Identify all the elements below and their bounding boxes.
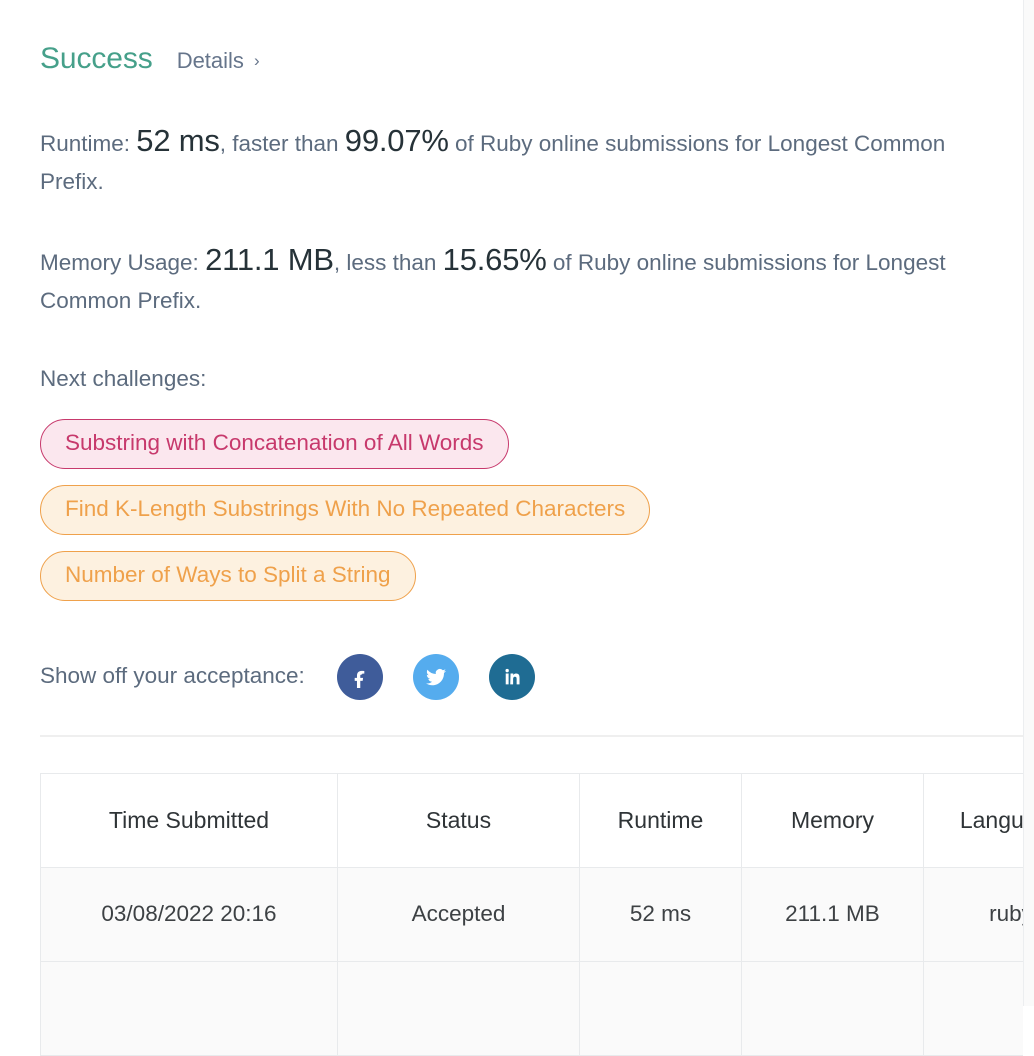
submission-result-panel: Success Details › Runtime: 52 ms, faster…	[0, 0, 1034, 1056]
memory-prefix: Memory Usage:	[40, 250, 206, 275]
challenge-tag-0[interactable]: Substring with Concatenation of All Word…	[40, 418, 509, 469]
memory-value: 211.1 MB	[205, 242, 334, 277]
share-section: Show off your acceptance:	[40, 653, 1023, 701]
facebook-share-button[interactable]	[336, 653, 383, 700]
memory-stat: Memory Usage: 211.1 MB, less than 15.65%…	[40, 241, 1000, 320]
submissions-table-wrapper: Time Submitted Status Runtime Memory Lan…	[40, 772, 1023, 1056]
challenge-row: Find K-Length Substrings With No Repeate…	[40, 484, 1023, 551]
runtime-stat: Runtime: 52 ms, faster than 99.07% of Ru…	[40, 122, 1000, 201]
status-title: Success	[40, 42, 153, 75]
chevron-right-icon: ›	[253, 50, 260, 70]
twitter-share-button[interactable]	[412, 653, 459, 700]
table-head: Time Submitted Status Runtime Memory Lan…	[40, 772, 1023, 868]
cell-status[interactable]	[337, 960, 580, 1056]
result-content: Success Details › Runtime: 52 ms, faster…	[40, 0, 1023, 1056]
next-challenges-list: Substring with Concatenation of All Word…	[40, 418, 1023, 617]
table-header-row: Time Submitted Status Runtime Memory Lan…	[40, 772, 1023, 868]
linkedin-icon	[505, 668, 520, 685]
facebook-icon	[354, 670, 365, 688]
next-challenges-label: Next challenges:	[40, 366, 207, 391]
linkedin-share-button[interactable]	[488, 653, 535, 700]
scrollbar-track[interactable]	[1024, 0, 1034, 1006]
runtime-prefix: Runtime:	[40, 131, 137, 156]
cell-runtime: 52 ms	[579, 866, 742, 962]
section-divider	[40, 734, 1023, 737]
column-header-language[interactable]: Language	[923, 772, 1023, 868]
column-header-time-submitted[interactable]: Time Submitted	[40, 772, 338, 868]
result-header: Success Details ›	[40, 0, 1023, 88]
challenge-row: Number of Ways to Split a String	[40, 550, 1023, 617]
cell-time-submitted: 03/08/2022 20:16	[40, 866, 338, 962]
cell-memory: 211.1 MB	[741, 866, 924, 962]
cell-time-submitted	[40, 960, 338, 1056]
cell-language: ruby	[923, 866, 1023, 962]
social-buttons	[336, 653, 535, 700]
column-header-status[interactable]: Status	[337, 772, 580, 868]
challenge-tag-2[interactable]: Number of Ways to Split a String	[40, 550, 416, 601]
cell-status[interactable]: Accepted	[337, 866, 580, 962]
details-label: Details	[176, 48, 244, 73]
cell-memory	[741, 960, 924, 1056]
table-body: 03/08/2022 20:16 Accepted 52 ms 211.1 MB…	[40, 866, 1023, 1056]
column-header-runtime[interactable]: Runtime	[579, 772, 742, 868]
runtime-value: 52 ms	[136, 123, 220, 158]
runtime-percentile: 99.07%	[344, 123, 449, 158]
runtime-middle: , faster than	[219, 131, 345, 156]
details-link[interactable]: Details ›	[177, 50, 260, 72]
cell-language	[923, 960, 1023, 1056]
submissions-table: Time Submitted Status Runtime Memory Lan…	[40, 772, 1023, 1056]
challenge-tag-1[interactable]: Find K-Length Substrings With No Repeate…	[40, 484, 651, 535]
memory-percentile: 15.65%	[442, 242, 547, 277]
challenge-row: Substring with Concatenation of All Word…	[40, 418, 1023, 485]
twitter-icon	[425, 668, 446, 685]
column-header-memory[interactable]: Memory	[741, 772, 924, 868]
memory-middle: , less than	[333, 250, 443, 275]
table-row[interactable]: 03/08/2022 20:16 Accepted 52 ms 211.1 MB…	[40, 866, 1023, 962]
share-label: Show off your acceptance:	[40, 663, 305, 689]
cell-runtime	[579, 960, 742, 1056]
table-row[interactable]	[40, 960, 1023, 1056]
